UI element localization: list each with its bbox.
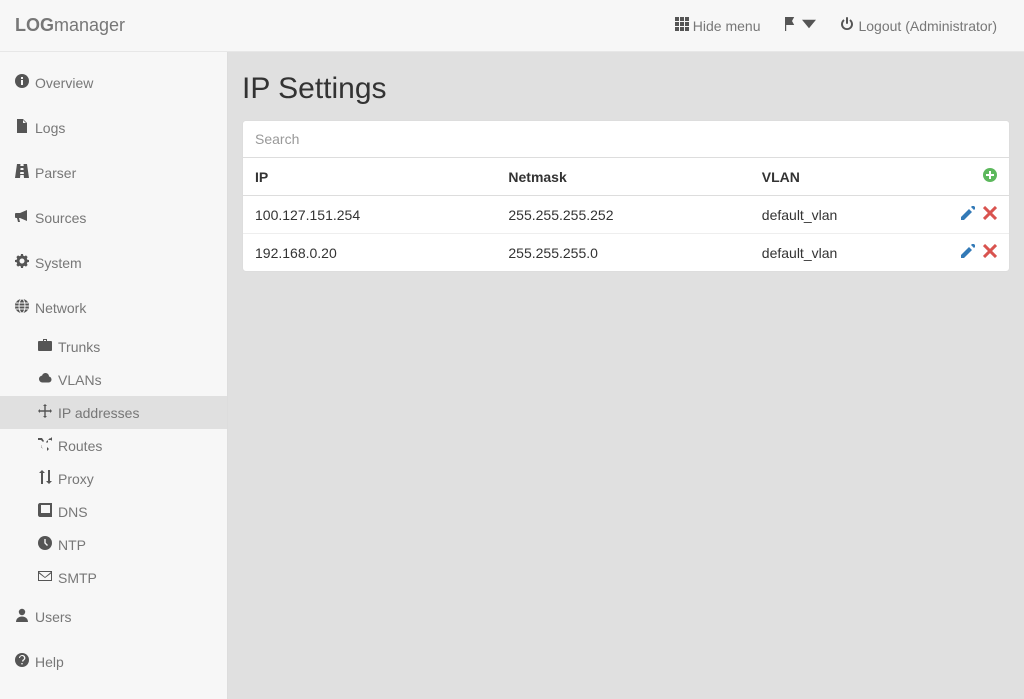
brand-prefix: LOG xyxy=(15,15,54,35)
sidebar-sub-label: IP addresses xyxy=(58,405,139,421)
hide-menu-label: Hide menu xyxy=(693,18,761,34)
col-vlan[interactable]: VLAN xyxy=(750,158,945,196)
table-row: 100.127.151.254 255.255.255.252 default_… xyxy=(243,196,1009,234)
sidebar-sub-proxy[interactable]: Proxy xyxy=(0,462,227,495)
cell-actions xyxy=(945,196,1009,234)
sidebar-item-label: Users xyxy=(35,609,72,625)
book-icon xyxy=(38,503,52,520)
main-content: IP Settings IP Netmask VLAN xyxy=(228,52,1024,699)
delete-button[interactable] xyxy=(983,244,997,258)
grid-icon xyxy=(675,17,689,34)
sidebar-item-parser[interactable]: Parser xyxy=(0,150,227,195)
power-icon xyxy=(840,17,854,34)
sidebar-item-users[interactable]: Users xyxy=(0,594,227,639)
sidebar-sub-label: Routes xyxy=(58,438,102,454)
globe-icon xyxy=(15,299,29,316)
col-netmask[interactable]: Netmask xyxy=(496,158,749,196)
cell-ip: 100.127.151.254 xyxy=(243,196,496,234)
sidebar-sub-trunks[interactable]: Trunks xyxy=(0,330,227,363)
sidebar-item-label: Overview xyxy=(35,75,93,91)
brand-suffix: manager xyxy=(54,15,125,35)
random-icon xyxy=(38,437,52,454)
sidebar-item-label: Network xyxy=(35,300,86,316)
cell-ip: 192.168.0.20 xyxy=(243,234,496,272)
sidebar-sub-ip-addresses[interactable]: IP addresses xyxy=(0,396,227,429)
page-title: IP Settings xyxy=(242,72,1010,106)
logout-button[interactable]: Logout (Administrator) xyxy=(828,0,1009,52)
road-icon xyxy=(15,164,29,181)
sidebar-item-system[interactable]: System xyxy=(0,240,227,285)
sidebar-sub-label: Proxy xyxy=(58,471,94,487)
move-icon xyxy=(38,404,52,421)
search-wrap xyxy=(243,121,1009,158)
cell-netmask: 255.255.255.252 xyxy=(496,196,749,234)
ip-table: IP Netmask VLAN 100.127.151.254 255.255 xyxy=(243,158,1009,271)
sidebar-sub-label: VLANs xyxy=(58,372,102,388)
sidebar-sub-label: NTP xyxy=(58,537,86,553)
sidebar-item-label: System xyxy=(35,255,82,271)
sidebar-sub-smtp[interactable]: SMTP xyxy=(0,561,227,594)
delete-button[interactable] xyxy=(983,206,997,220)
sidebar-sub-routes[interactable]: Routes xyxy=(0,429,227,462)
flag-dropdown[interactable] xyxy=(772,0,828,52)
gear-icon xyxy=(15,254,29,271)
search-input[interactable] xyxy=(243,121,1009,158)
question-icon xyxy=(15,653,29,670)
ip-panel: IP Netmask VLAN 100.127.151.254 255.255 xyxy=(242,120,1010,272)
info-icon xyxy=(15,74,29,91)
user-icon xyxy=(15,608,29,625)
cloud-icon xyxy=(38,371,52,388)
sidebar-item-label: Logs xyxy=(35,120,65,136)
sidebar-item-label: Help xyxy=(35,654,64,670)
brand[interactable]: LOGmanager xyxy=(15,15,125,36)
sort-icon xyxy=(38,470,52,487)
sidebar-sub-vlans[interactable]: VLANs xyxy=(0,363,227,396)
cell-actions xyxy=(945,234,1009,272)
col-actions xyxy=(945,158,1009,196)
sidebar-sub-label: Trunks xyxy=(58,339,100,355)
cell-netmask: 255.255.255.0 xyxy=(496,234,749,272)
sidebar-sub-ntp[interactable]: NTP xyxy=(0,528,227,561)
logout-label: Logout (Administrator) xyxy=(858,18,997,34)
envelope-icon xyxy=(38,569,52,586)
sidebar-item-logs[interactable]: Logs xyxy=(0,105,227,150)
edit-button[interactable] xyxy=(961,244,975,258)
briefcase-icon xyxy=(38,338,52,355)
sidebar-sub-dns[interactable]: DNS xyxy=(0,495,227,528)
layout: Overview Logs Parser Sources System Netw… xyxy=(0,52,1024,699)
sidebar-item-help[interactable]: Help xyxy=(0,639,227,684)
sidebar-item-label: Sources xyxy=(35,210,86,226)
sidebar-item-network[interactable]: Network xyxy=(0,285,227,330)
sidebar-sub-label: SMTP xyxy=(58,570,97,586)
caret-down-icon xyxy=(802,17,816,34)
edit-button[interactable] xyxy=(961,206,975,220)
top-header: LOGmanager Hide menu Logout (Administrat… xyxy=(0,0,1024,52)
clock-icon xyxy=(38,536,52,553)
sidebar: Overview Logs Parser Sources System Netw… xyxy=(0,52,228,699)
sidebar-item-label: Parser xyxy=(35,165,76,181)
file-icon xyxy=(15,119,29,136)
table-row: 192.168.0.20 255.255.255.0 default_vlan xyxy=(243,234,1009,272)
cell-vlan: default_vlan xyxy=(750,196,945,234)
sidebar-item-sources[interactable]: Sources xyxy=(0,195,227,240)
sidebar-item-overview[interactable]: Overview xyxy=(0,60,227,105)
sidebar-sub-label: DNS xyxy=(58,504,88,520)
table-header-row: IP Netmask VLAN xyxy=(243,158,1009,196)
cell-vlan: default_vlan xyxy=(750,234,945,272)
flag-icon xyxy=(784,17,798,34)
add-ip-button[interactable] xyxy=(983,168,997,182)
bullhorn-icon xyxy=(15,209,29,226)
hide-menu-button[interactable]: Hide menu xyxy=(663,0,773,52)
col-ip[interactable]: IP xyxy=(243,158,496,196)
